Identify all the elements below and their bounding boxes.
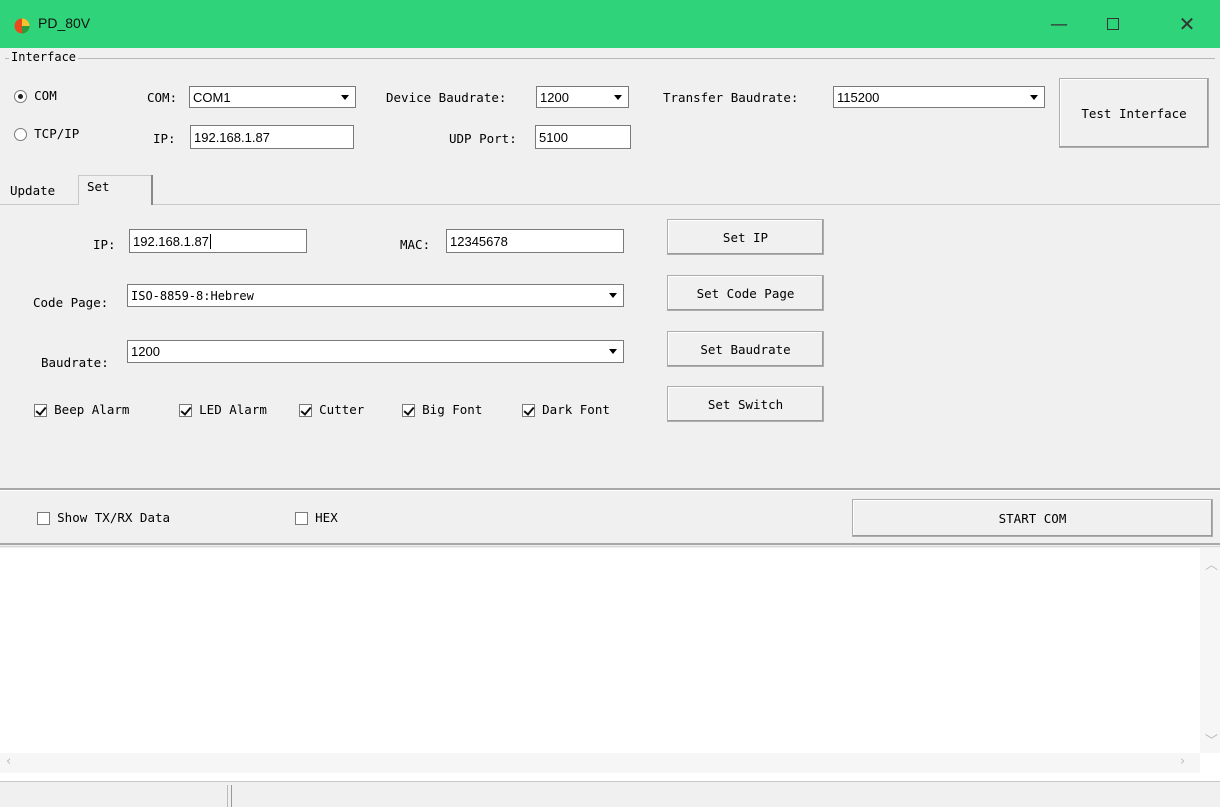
radio-com-label: COM (34, 88, 57, 103)
window-title: PD_80V (38, 15, 91, 31)
scroll-left-icon[interactable]: ‹ (6, 754, 11, 769)
baudrate-label: Baudrate: (41, 355, 109, 370)
big-font-checkbox[interactable]: Big Font (402, 402, 482, 418)
set-switch-button[interactable]: Set Switch (667, 386, 824, 422)
cutter-check[interactable] (299, 404, 312, 417)
set-code-page-button[interactable]: Set Code Page (667, 275, 824, 311)
maximize-button[interactable] (1086, 0, 1140, 48)
chevron-down-icon[interactable] (604, 287, 622, 305)
start-com-button[interactable]: START COM (852, 499, 1213, 537)
led-alarm-label: LED Alarm (199, 402, 267, 417)
tab-set-label: Set (87, 179, 110, 194)
hex-checkbox[interactable]: HEX (295, 510, 338, 526)
status-pane (0, 785, 228, 807)
mac-label: MAC: (400, 237, 431, 252)
close-button[interactable]: ✕ (1160, 0, 1214, 48)
set-ip-label: IP: (93, 237, 116, 252)
separator (0, 488, 1220, 491)
cutter-checkbox[interactable]: Cutter (299, 402, 364, 418)
tab-set[interactable]: Set (78, 175, 152, 205)
radio-tcpip-label: TCP/IP (34, 126, 80, 141)
app-logo-icon (14, 18, 30, 34)
ip-input[interactable]: 192.168.1.87 (190, 125, 354, 149)
transfer-baudrate-select[interactable]: 115200 (833, 86, 1045, 108)
set-baudrate-button[interactable]: Set Baudrate (667, 331, 824, 367)
ip-label: IP: (153, 131, 176, 146)
big-font-check[interactable] (402, 404, 415, 417)
interface-group (5, 58, 1215, 170)
code-page-label: Code Page: (33, 295, 109, 310)
com-label: COM: (147, 90, 178, 105)
text-cursor (209, 233, 211, 249)
chevron-down-icon[interactable] (609, 88, 627, 106)
dark-font-check[interactable] (522, 404, 535, 417)
device-baudrate-label: Device Baudrate: (386, 90, 507, 105)
chevron-down-icon[interactable] (1025, 88, 1043, 106)
mac-input[interactable]: 12345678 (446, 229, 624, 253)
code-page-value: ISO-8859-8:Hebrew (131, 288, 254, 303)
com-select[interactable]: COM1 (189, 86, 356, 108)
radio-com-button[interactable] (14, 90, 27, 103)
code-page-select[interactable]: ISO-8859-8:Hebrew (127, 284, 624, 307)
udp-port-label: UDP Port: (449, 131, 517, 146)
led-alarm-checkbox[interactable]: LED Alarm (179, 402, 267, 418)
scroll-right-icon[interactable]: › (1180, 754, 1185, 769)
device-baudrate-select[interactable]: 1200 (536, 86, 629, 108)
device-baudrate-value: 1200 (540, 89, 569, 105)
dark-font-checkbox[interactable]: Dark Font (522, 402, 610, 418)
led-alarm-check[interactable] (179, 404, 192, 417)
test-interface-button[interactable]: Test Interface (1059, 78, 1209, 148)
baudrate-select[interactable]: 1200 (127, 340, 624, 363)
close-icon: ✕ (1178, 12, 1196, 36)
udp-port-input[interactable]: 5100 (535, 125, 631, 149)
show-txrx-checkbox[interactable]: Show TX/RX Data (37, 510, 170, 526)
radio-com[interactable]: COM (14, 88, 57, 104)
transfer-baudrate-value: 115200 (837, 89, 880, 105)
tab-update[interactable]: Update (10, 183, 55, 198)
set-ip-value: 192.168.1.87 (133, 233, 209, 249)
scroll-down-icon[interactable]: ﹀ (1205, 730, 1218, 749)
transfer-baudrate-label: Transfer Baudrate: (663, 90, 799, 105)
scroll-up-icon[interactable]: ︿ (1205, 554, 1218, 573)
set-ip-input[interactable]: 192.168.1.87 (129, 229, 307, 253)
radio-tcpip[interactable]: TCP/IP (14, 126, 79, 142)
hex-label: HEX (315, 510, 338, 525)
set-ip-button[interactable]: Set IP (667, 219, 824, 255)
log-textarea[interactable] (0, 548, 1220, 781)
big-font-label: Big Font (422, 402, 483, 417)
dark-font-label: Dark Font (542, 402, 610, 417)
minimize-button[interactable]: — (1032, 0, 1086, 48)
horizontal-scrollbar[interactable]: ‹ › (0, 753, 1200, 773)
show-txrx-check[interactable] (37, 512, 50, 525)
separator (0, 543, 1220, 547)
chevron-down-icon[interactable] (336, 88, 354, 106)
baudrate-value: 1200 (131, 344, 160, 359)
beep-alarm-check[interactable] (34, 404, 47, 417)
hex-check[interactable] (295, 512, 308, 525)
tab-strip-line (0, 204, 1220, 205)
minimize-icon: — (1050, 13, 1068, 35)
vertical-scrollbar[interactable]: ︿ ﹀ (1200, 548, 1220, 753)
tab-separator (151, 175, 153, 205)
show-txrx-label: Show TX/RX Data (57, 510, 171, 525)
chevron-down-icon[interactable] (604, 343, 622, 361)
beep-alarm-checkbox[interactable]: Beep Alarm (34, 402, 129, 418)
maximize-icon (1107, 18, 1119, 30)
status-pane (231, 785, 1220, 807)
beep-alarm-label: Beep Alarm (54, 402, 130, 417)
interface-legend: Interface (9, 50, 79, 64)
cutter-label: Cutter (319, 402, 365, 417)
com-select-value: COM1 (193, 89, 231, 105)
radio-tcpip-button[interactable] (14, 128, 27, 141)
